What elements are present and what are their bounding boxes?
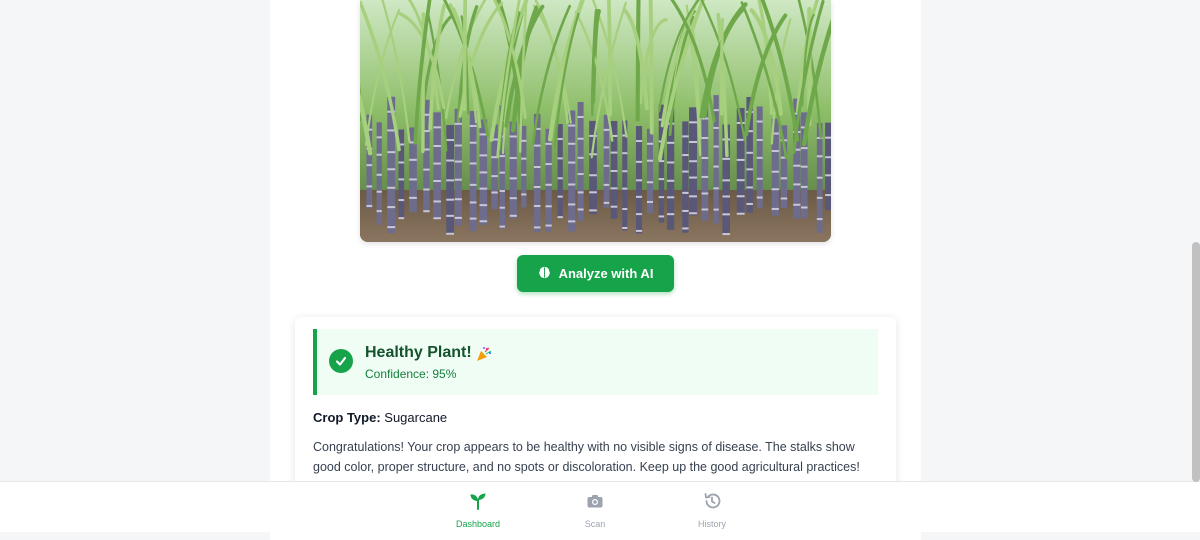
analyze-label: Analyze with AI	[558, 266, 654, 281]
page-scroll-area[interactable]: Analyze with AI Healthy Plant! Confidenc…	[0, 0, 1200, 540]
result-description: Congratulations! Your crop appears to be…	[313, 440, 860, 474]
confidence-text: Confidence: 95%	[365, 367, 457, 381]
nav-label-history: History	[697, 519, 726, 529]
crop-type-row: Crop Type: Sugarcane	[313, 410, 447, 425]
status-title: Healthy Plant!	[365, 344, 472, 361]
brain-icon	[538, 266, 551, 282]
nav-item-scan[interactable]: Scan	[555, 492, 635, 530]
sprout-icon	[469, 492, 487, 515]
health-status-banner	[313, 329, 878, 395]
camera-icon	[586, 492, 604, 515]
check-circle-icon	[329, 349, 353, 373]
crop-photo	[360, 0, 831, 242]
nav-label-dashboard: Dashboard	[455, 519, 501, 529]
analyze-with-ai-button[interactable]: Analyze with AI	[517, 255, 674, 292]
crop-type-label: Crop Type:	[313, 410, 381, 425]
nav-item-history[interactable]: History	[672, 492, 752, 530]
history-icon	[703, 492, 721, 515]
nav-item-dashboard[interactable]: Dashboard	[438, 492, 518, 530]
party-popper-icon	[476, 346, 492, 362]
crop-type-value: Sugarcane	[384, 410, 448, 425]
nav-label-scan: Scan	[584, 519, 606, 529]
scrollbar-thumb[interactable]	[1192, 242, 1200, 482]
